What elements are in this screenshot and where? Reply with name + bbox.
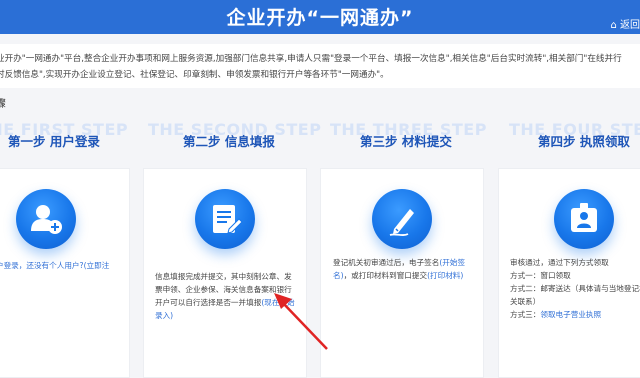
red-arrow-icon [274, 293, 328, 350]
